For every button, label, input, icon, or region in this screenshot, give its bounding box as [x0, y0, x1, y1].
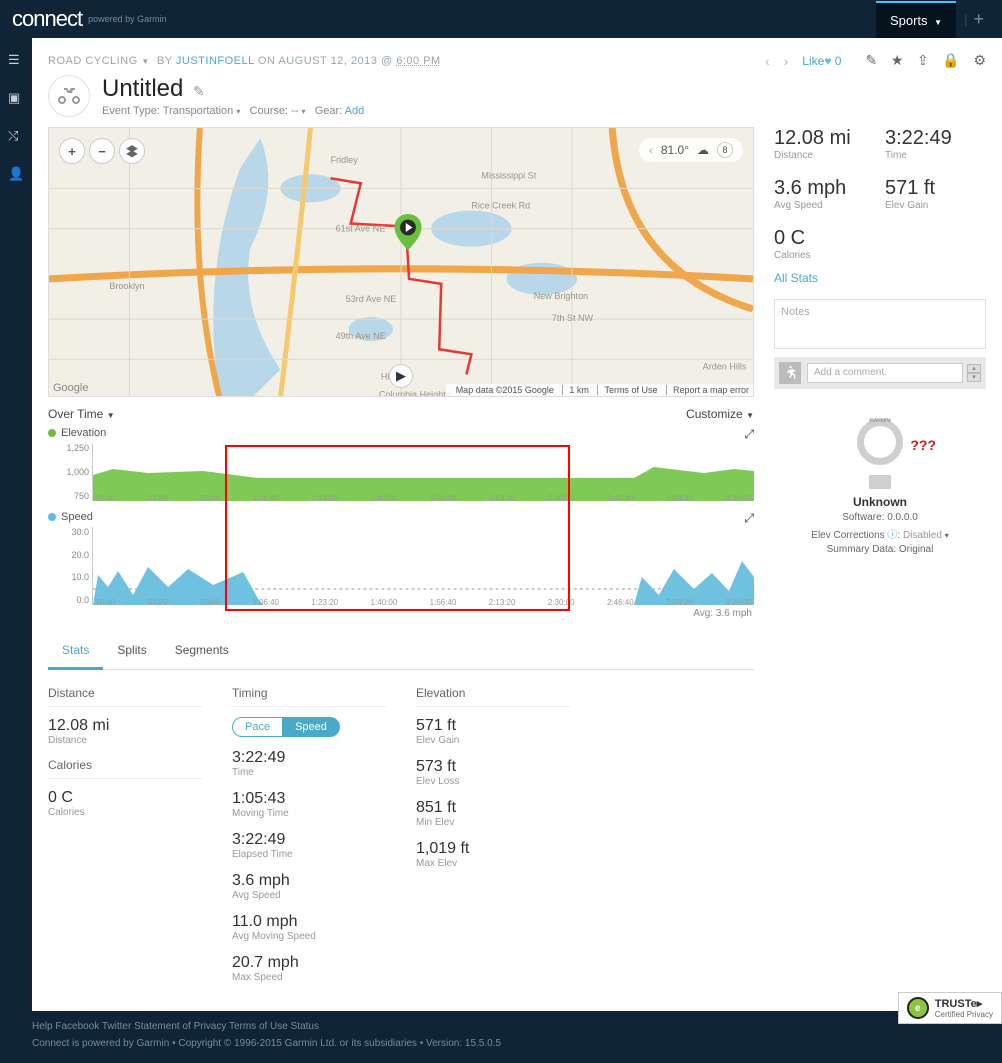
side-distance: 12.08 mi	[774, 127, 875, 150]
comment-input[interactable]: Add a comment.	[807, 363, 963, 383]
weather-widget: ‹ 81.0° ☁ 8	[639, 138, 743, 162]
distance-header: Distance	[48, 686, 202, 707]
calories-header: Calories	[48, 758, 202, 779]
expand-elevation-icon[interactable]: ⤢	[744, 427, 754, 442]
activity-title[interactable]: Untitled	[102, 75, 183, 102]
device-image: GARMIN ???	[850, 419, 910, 489]
inbox-icon[interactable]: ▣	[8, 90, 24, 106]
timing-header: Timing	[232, 686, 386, 707]
elevation-series-dot	[48, 429, 56, 437]
start-marker	[394, 214, 422, 253]
profile-icon[interactable]: 👤	[8, 166, 24, 182]
map-attribution: Map data ©2015 Google 1 km Terms of Use …	[446, 384, 753, 396]
layers-button[interactable]	[119, 138, 145, 164]
add-gear-link[interactable]: Add	[345, 105, 365, 117]
like-button[interactable]: Like♥ 0	[802, 54, 841, 68]
distance-value: 12.08 mi	[48, 717, 202, 735]
zoom-out-button[interactable]: −	[89, 138, 115, 164]
highlight-annotation	[225, 445, 571, 611]
brand-subtitle: powered by Garmin	[88, 14, 167, 24]
device-summary: Summary Data: Original	[774, 544, 986, 555]
play-route-button[interactable]: ▶	[389, 364, 413, 388]
svg-text:Mississippi St: Mississippi St	[481, 170, 536, 180]
comment-stepper[interactable]: ▴▾	[967, 364, 981, 382]
svg-text:Columbia Heights: Columbia Heights	[379, 390, 451, 397]
svg-text:Brooklyn: Brooklyn	[109, 281, 144, 291]
chevron-down-icon: ▼	[934, 18, 942, 27]
runner-icon	[779, 362, 801, 384]
tab-splits[interactable]: Splits	[103, 633, 160, 669]
author-link[interactable]: JUSTINFOELL	[176, 55, 254, 67]
speed-toggle[interactable]: Speed	[282, 717, 340, 737]
svg-text:Rice Creek Rd: Rice Creek Rd	[471, 200, 530, 210]
edit-icon[interactable]: ✎	[865, 52, 877, 68]
activity-type-icon	[48, 75, 90, 117]
svg-text:Arden Hills: Arden Hills	[703, 361, 747, 371]
pencil-icon[interactable]: ✎	[193, 83, 205, 99]
svg-text:New Brighton: New Brighton	[534, 291, 588, 301]
favorite-icon[interactable]: ★	[891, 52, 904, 68]
calories-value: 0 C	[48, 789, 202, 807]
device-name: Unknown	[774, 495, 986, 509]
footer-links[interactable]: Help Facebook Twitter Statement of Priva…	[32, 1021, 970, 1032]
side-time: 3:22:49	[885, 127, 986, 150]
lock-icon[interactable]: 🔒	[942, 52, 959, 68]
tab-segments[interactable]: Segments	[161, 633, 243, 669]
elevation-header: Elevation	[416, 686, 570, 707]
share-icon[interactable]: ⇪	[917, 52, 929, 68]
map[interactable]: Fridley New Brighton Hilltop Columbia He…	[48, 127, 754, 397]
svg-text:53rd Ave NE: 53rd Ave NE	[346, 294, 397, 304]
tab-stats[interactable]: Stats	[48, 633, 103, 670]
svg-text:61st Ave NE: 61st Ave NE	[336, 224, 386, 234]
notes-input[interactable]: Notes	[774, 299, 986, 349]
tab-sports[interactable]: Sports ▼	[876, 1, 956, 38]
info-icon[interactable]: ⓘ	[887, 530, 897, 541]
customize-dropdown[interactable]: Customize ▼	[686, 407, 754, 421]
map-provider: Google	[53, 382, 88, 394]
svg-text:49th Ave NE: 49th Ave NE	[336, 331, 386, 341]
menu-icon[interactable]: ☰	[8, 52, 24, 68]
speed-series-dot	[48, 513, 56, 521]
side-elev-gain: 571 ft	[885, 177, 986, 200]
activity-subline: Event Type: Transportation ▾ Course: -- …	[102, 105, 364, 117]
avg-speed-label: Avg: 3.6 mph	[693, 608, 752, 619]
footer-copyright: Connect is powered by Garmin • Copyright…	[32, 1038, 970, 1049]
truste-seal-icon: e	[907, 997, 929, 1019]
device-software: Software: 0.0.0.0	[774, 512, 986, 523]
svg-text:7th St NW: 7th St NW	[552, 313, 594, 323]
breadcrumb: ROAD CYCLING ▼ BY JUSTINFOELL ON AUGUST …	[48, 55, 441, 67]
chevron-down-icon[interactable]: ▾	[945, 531, 949, 540]
device-unknown-icon: ???	[910, 437, 936, 453]
gear-icon[interactable]: ⚙	[973, 52, 986, 68]
prev-activity-icon[interactable]: ‹	[765, 53, 770, 69]
truste-badge[interactable]: e TRUSTe▸Certified Privacy	[898, 992, 1002, 1024]
all-stats-link[interactable]: All Stats	[774, 271, 986, 285]
heart-icon: ♥	[824, 54, 831, 68]
side-avg-speed: 3.6 mph	[774, 177, 875, 200]
chevron-left-icon: ‹	[649, 143, 653, 157]
add-icon[interactable]: +	[967, 9, 990, 30]
brand-logo[interactable]: connect	[12, 6, 82, 32]
chevron-down-icon[interactable]: ▼	[141, 57, 149, 66]
zoom-in-button[interactable]: +	[59, 138, 85, 164]
pace-toggle[interactable]: Pace	[232, 717, 282, 737]
svg-text:Fridley: Fridley	[331, 155, 359, 165]
next-activity-icon[interactable]: ›	[784, 53, 789, 69]
expand-speed-icon[interactable]: ⤢	[744, 511, 754, 526]
over-time-dropdown[interactable]: Over Time ▼	[48, 407, 115, 421]
shuffle-icon[interactable]: ⤭	[8, 128, 24, 144]
side-calories: 0 C	[774, 227, 875, 250]
cloud-icon: ☁	[697, 143, 709, 157]
